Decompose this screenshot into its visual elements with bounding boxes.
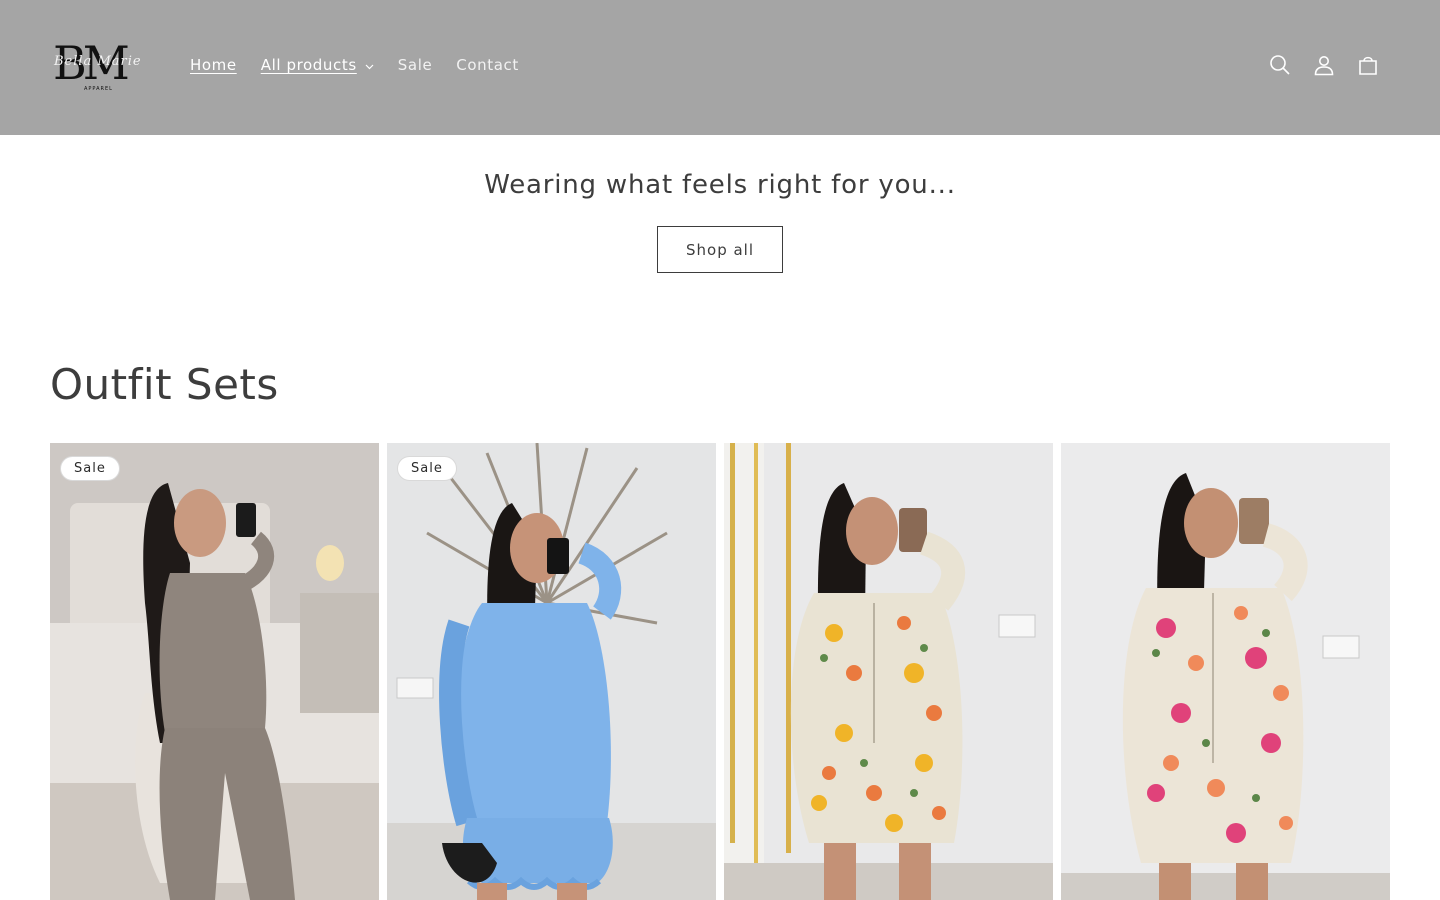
search-icon [1270, 55, 1290, 75]
banner-heading: Wearing what feels right for you... [484, 170, 956, 200]
account-button[interactable] [1302, 43, 1346, 87]
sale-badge: Sale [60, 456, 120, 481]
nav-item-sale[interactable]: Sale [386, 52, 445, 78]
nav-label-sale: Sale [397, 56, 433, 74]
product-card[interactable] [1061, 443, 1390, 900]
product-card[interactable] [724, 443, 1053, 900]
shop-all-button[interactable]: Shop all [657, 226, 783, 273]
logo-script: Bella Marie [54, 54, 142, 69]
main-nav: Home All products Sale Contact [178, 52, 531, 78]
product-image [724, 443, 1053, 900]
product-card[interactable]: Sale [50, 443, 379, 900]
site-header: BM Bella Marie APPAREL Home All products… [0, 0, 1440, 135]
nav-item-contact[interactable]: Contact [444, 52, 531, 78]
nav-label-home: Home [190, 56, 237, 74]
header-actions [1258, 43, 1390, 87]
product-grid: Sale Sale [50, 443, 1390, 900]
logo-subtitle: APPAREL [84, 86, 113, 92]
collection-title: Outfit Sets [50, 360, 279, 409]
cart-icon [1359, 56, 1377, 75]
product-card[interactable]: Sale [387, 443, 716, 900]
sale-badge: Sale [397, 456, 457, 481]
nav-label-contact: Contact [456, 56, 519, 74]
nav-item-all-products[interactable]: All products [249, 52, 386, 78]
product-image [1061, 443, 1390, 900]
cart-button[interactable] [1346, 43, 1390, 87]
account-icon [1314, 56, 1334, 76]
brand-logo[interactable]: BM Bella Marie APPAREL [50, 35, 150, 95]
product-image [50, 443, 379, 900]
chevron-down-icon [365, 52, 374, 78]
nav-item-home[interactable]: Home [178, 52, 249, 78]
product-image [387, 443, 716, 900]
search-button[interactable] [1258, 43, 1302, 87]
nav-label-all-products: All products [260, 56, 357, 74]
